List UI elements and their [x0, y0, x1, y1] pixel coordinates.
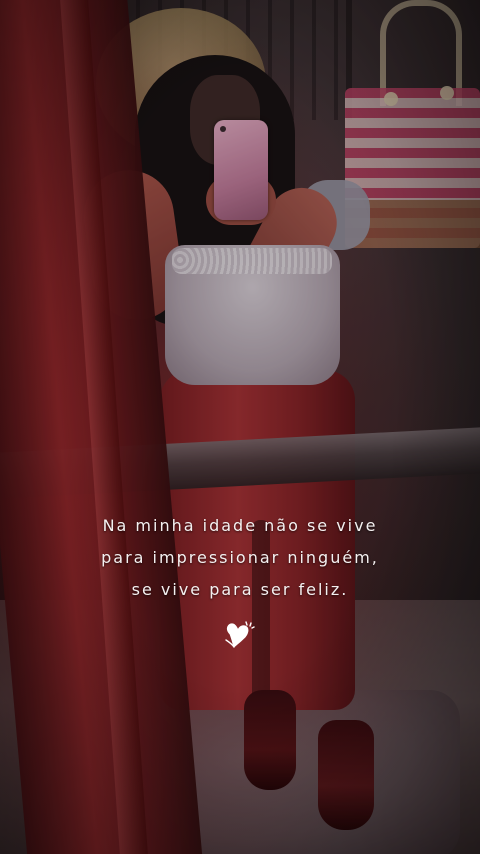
story-frame: Na minha idade não se vive para impressi… [0, 0, 480, 854]
heart-icon [225, 621, 255, 648]
caption-line: para impressionar ninguém, [101, 548, 379, 567]
caption-line: se vive para ser feliz. [131, 580, 349, 599]
vignette [0, 0, 480, 854]
story-caption: Na minha idade não se vive para impressi… [0, 510, 480, 606]
caption-line: Na minha idade não se vive [102, 516, 378, 535]
